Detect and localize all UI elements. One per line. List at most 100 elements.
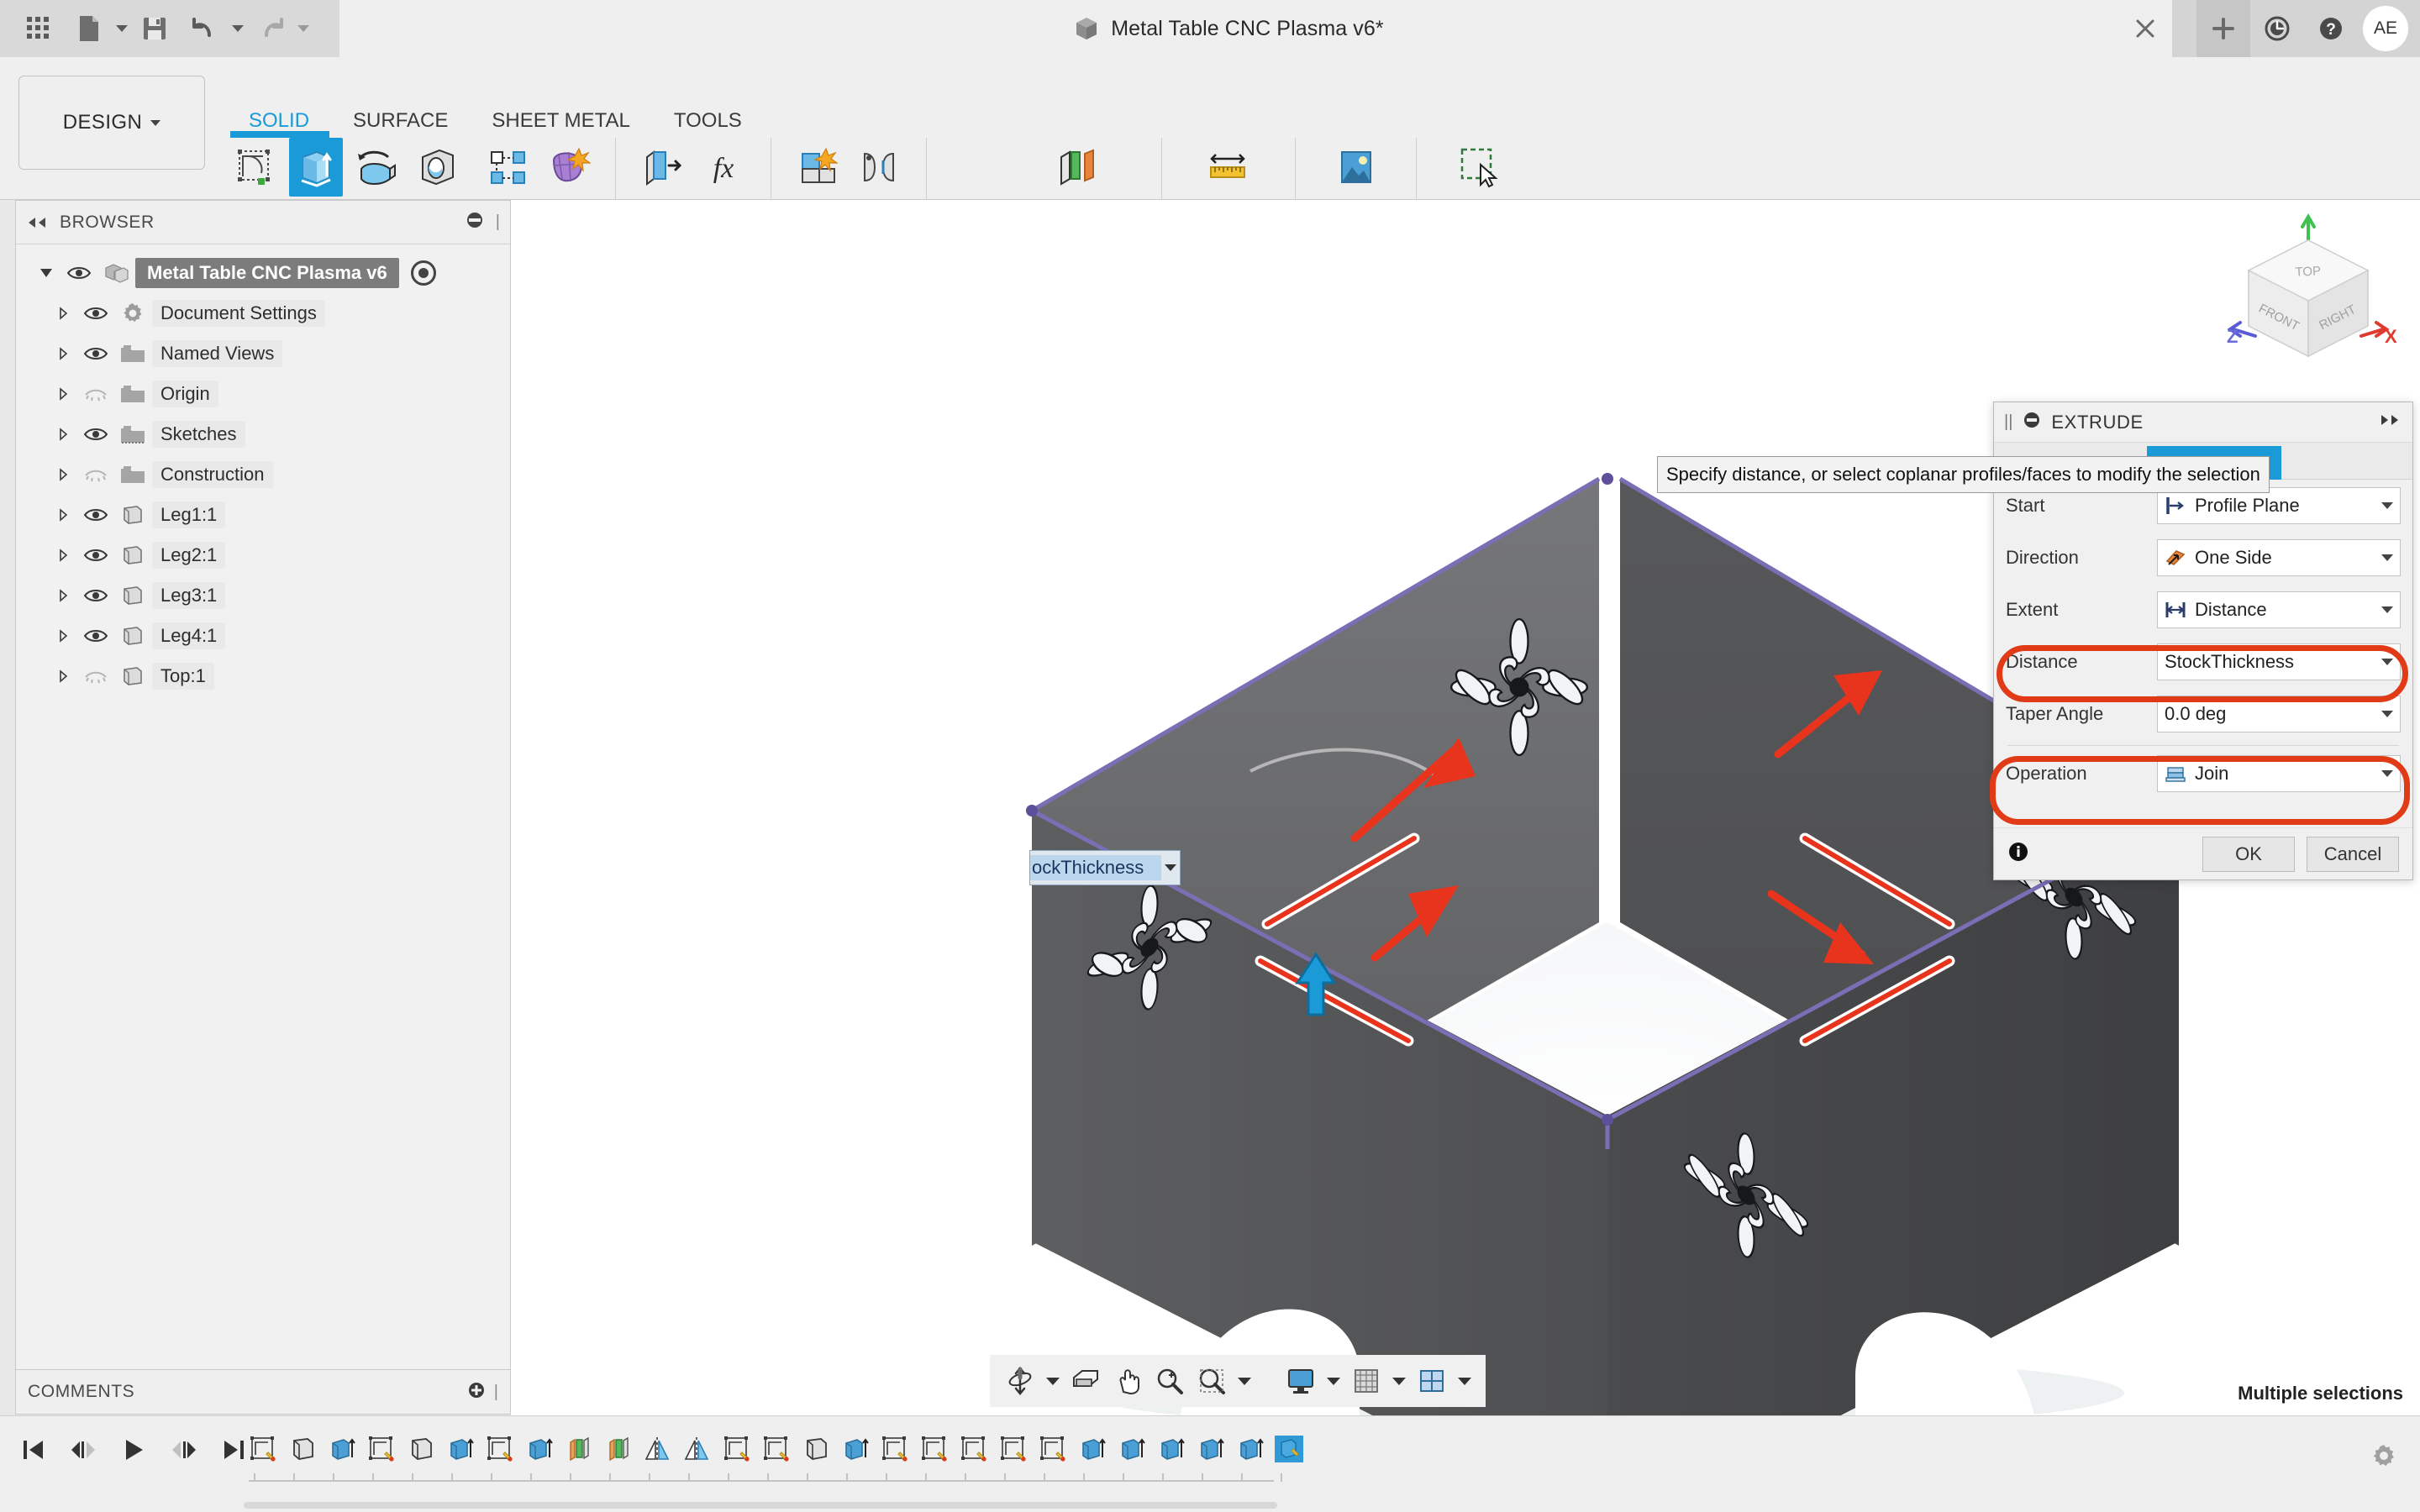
timeline-feature-extrude[interactable] [1231,1425,1270,1473]
view-cube[interactable]: Z X TOP FRONT RIGHT [2203,203,2413,371]
change-parameters-icon[interactable]: fx [697,138,750,197]
chevron-down-icon[interactable] [2381,606,2393,613]
timeline-feature-extrude[interactable] [441,1425,480,1473]
tree-item-construction[interactable]: Construction [16,454,510,495]
look-at-icon[interactable] [1065,1360,1106,1402]
clock-icon[interactable] [2250,0,2304,57]
tree-item-leg3-1[interactable]: Leg3:1 [16,575,510,616]
activate-component-radio[interactable] [410,260,436,286]
redo-icon[interactable] [247,5,294,52]
tab-solid[interactable]: SOLID [227,109,331,133]
tree-item-named-views[interactable]: Named Views [16,333,510,374]
timeline-feature-extrude[interactable] [520,1425,559,1473]
create-sketch-icon[interactable] [229,131,329,197]
timeline-feature-extrude-active[interactable] [1270,1425,1309,1473]
add-comment-icon[interactable] [467,1381,486,1404]
visibility-eye-icon[interactable] [78,507,113,522]
undo-dropdown-icon[interactable] [232,25,244,32]
distance-input[interactable]: StockThickness [2157,643,2401,680]
expand-arrow-icon[interactable] [48,427,78,442]
minimize-icon[interactable] [2023,411,2041,433]
timeline-feature-body[interactable] [283,1425,322,1473]
expand-arrow-icon[interactable] [48,548,78,563]
chevron-down-icon[interactable] [2381,554,2393,561]
timeline-feature-body[interactable] [402,1425,440,1473]
browser-resize-handle[interactable]: | [496,213,500,232]
help-icon[interactable]: ? [2304,0,2358,57]
tree-item-document-settings[interactable]: Document Settings [16,293,510,333]
grid-snap-icon[interactable] [1346,1360,1386,1402]
document-tab[interactable]: Metal Table CNC Plasma v6* [339,0,2118,57]
expand-right-icon[interactable] [2379,413,2402,431]
expand-arrow-icon[interactable] [48,507,78,522]
tree-item-origin[interactable]: Origin [16,374,510,414]
chevron-down-icon[interactable] [2381,770,2393,777]
expand-arrow-icon[interactable] [48,588,78,603]
direction-select[interactable]: One Side [2157,539,2401,576]
extrude-dialog-header[interactable]: || EXTRUDE [1994,402,2412,443]
timeline-feature-extrude[interactable] [1152,1425,1191,1473]
construct-plane-icon[interactable] [1050,138,1104,197]
timeline-feature-extrude[interactable] [1073,1425,1112,1473]
timeline-feature-extrude[interactable] [1192,1425,1230,1473]
timeline-track[interactable] [249,1473,1282,1482]
create-form-icon[interactable] [541,138,595,197]
timeline-feature-sketch[interactable] [718,1425,756,1473]
visibility-eye-icon[interactable] [78,669,113,684]
canvas-dimension-input[interactable]: ockThickness [1029,850,1181,885]
timeline-feature-extrude[interactable] [323,1425,361,1473]
new-component-icon[interactable] [792,138,845,197]
timeline-feature-body[interactable] [797,1425,835,1473]
cancel-button[interactable]: Cancel [2307,836,2399,872]
press-pull-icon[interactable] [636,138,690,197]
visibility-eye-icon[interactable] [78,548,113,563]
viewports-dropdown-icon[interactable] [1454,1360,1476,1402]
orbit-dropdown-icon[interactable] [1042,1360,1064,1402]
expand-arrow-icon[interactable] [31,265,61,281]
timeline-feature-construct[interactable] [560,1425,598,1473]
timeline-feature-mirror[interactable] [678,1425,717,1473]
orbit-icon[interactable] [1000,1360,1040,1402]
info-icon[interactable] [2007,841,2029,867]
timeline-settings-gear-icon[interactable] [2370,1441,2398,1474]
tree-item-leg1-1[interactable]: Leg1:1 [16,495,510,535]
comments-resize-handle[interactable]: | [494,1383,498,1402]
timeline-feature-sketch[interactable] [994,1425,1033,1473]
chevron-down-icon[interactable] [2381,502,2393,509]
zoom-dropdown-icon[interactable] [1234,1360,1255,1402]
timeline-feature-sketch[interactable] [244,1425,282,1473]
tree-item-leg2-1[interactable]: Leg2:1 [16,535,510,575]
timeline-feature-sketch[interactable] [481,1425,519,1473]
grid-dropdown-icon[interactable] [1388,1360,1410,1402]
pan-icon[interactable] [1107,1360,1148,1402]
visibility-eye-icon[interactable] [78,427,113,442]
undo-icon[interactable] [182,5,229,52]
visibility-eye-icon[interactable] [78,386,113,402]
expand-arrow-icon[interactable] [48,306,78,321]
visibility-eye-icon[interactable] [78,306,113,321]
extrude-icon[interactable] [289,138,343,197]
tree-item-top-1[interactable]: Top:1 [16,656,510,696]
zoom-in-icon[interactable] [1150,1360,1190,1402]
measure-icon[interactable] [1202,138,1255,197]
close-tab-button[interactable] [2118,0,2172,57]
play-button[interactable] [116,1430,151,1470]
visibility-eye-icon[interactable] [78,628,113,643]
save-icon[interactable] [131,5,178,52]
expand-arrow-icon[interactable] [48,346,78,361]
tree-root-node[interactable]: Metal Table CNC Plasma v6 [16,253,510,293]
dialog-grip-icon[interactable]: || [2004,412,2012,432]
timeline-feature-mirror[interactable] [639,1425,677,1473]
visibility-eye-icon[interactable] [78,346,113,361]
hole-icon[interactable] [410,138,464,197]
display-dropdown-icon[interactable] [1323,1360,1344,1402]
expand-arrow-icon[interactable] [48,386,78,402]
tree-item-sketches[interactable]: Sketches [16,414,510,454]
expand-arrow-icon[interactable] [48,628,78,643]
timeline-scrollbar[interactable] [244,1502,1277,1509]
tab-sheet-metal[interactable]: SHEET METAL [470,109,651,133]
visibility-eye-icon[interactable] [61,265,97,281]
timeline-feature-extrude[interactable] [1113,1425,1151,1473]
step-back-button[interactable] [66,1430,101,1470]
pattern-icon[interactable] [481,138,534,197]
